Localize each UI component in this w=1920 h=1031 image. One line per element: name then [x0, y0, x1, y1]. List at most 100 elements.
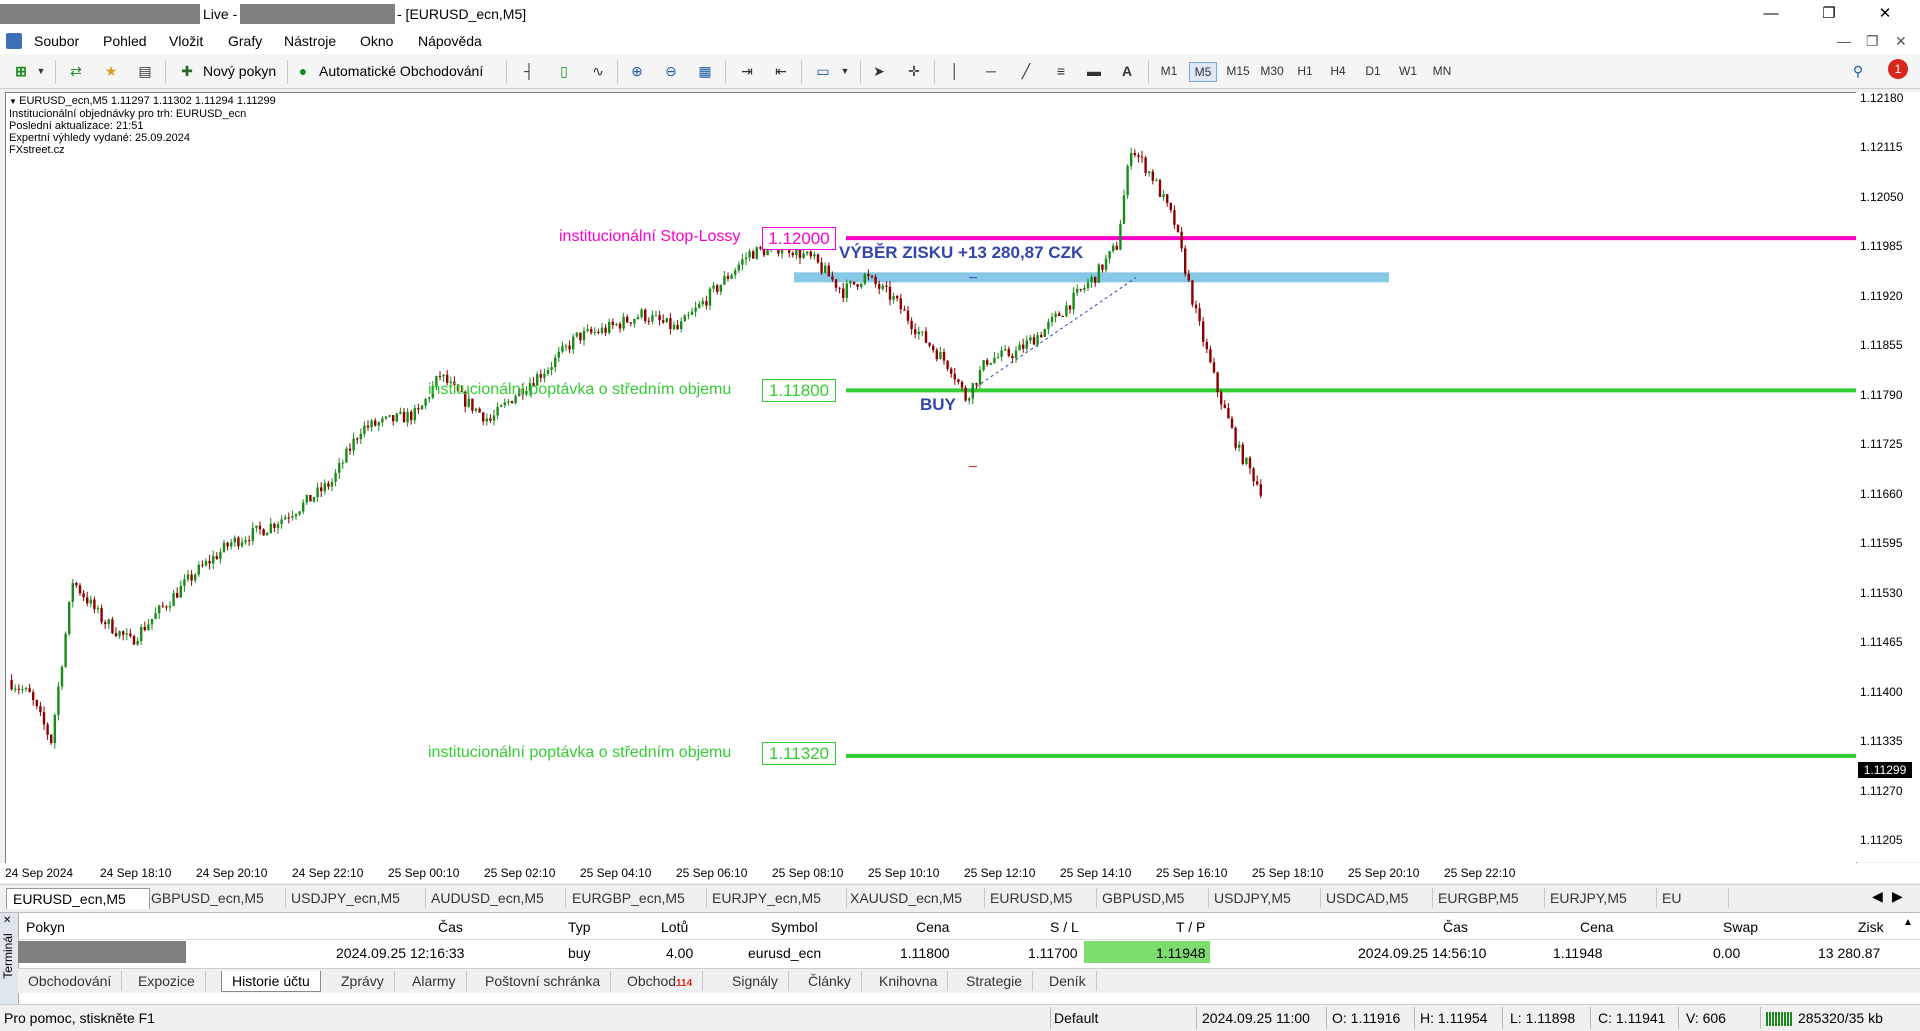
terminal-icon[interactable]: ▤ — [134, 61, 156, 81]
minimize-button[interactable]: — — [1748, 0, 1794, 28]
menu-window[interactable]: Okno — [360, 33, 393, 49]
symbol-tab[interactable]: EURGBP_ecn,M5 — [566, 888, 707, 908]
search-icon[interactable]: ⚲ — [1847, 61, 1869, 81]
col-price[interactable]: Cena — [916, 919, 949, 935]
zoom-out-icon[interactable]: ⊖ — [660, 61, 682, 81]
inner-close-icon[interactable]: ✕ — [1895, 33, 1907, 50]
col-close-time[interactable]: Čas — [1443, 919, 1468, 935]
symbol-tab[interactable]: EU — [1656, 888, 1729, 908]
tab-strategies[interactable]: Strategie — [956, 971, 1034, 991]
maximize-button[interactable]: ❐ — [1806, 0, 1852, 28]
tab-market[interactable]: Obchod114 — [617, 971, 704, 991]
close-button[interactable]: ✕ — [1862, 0, 1908, 28]
zoom-in-icon[interactable]: ⊕ — [626, 61, 648, 81]
timeframe-m15[interactable]: M15 — [1224, 62, 1252, 80]
indicators-icon[interactable]: ▭ — [812, 61, 834, 81]
symbol-tab[interactable]: EURUSD_ecn,M5 — [6, 888, 150, 909]
tab-exposure[interactable]: Expozice — [128, 971, 206, 991]
candle-body — [312, 497, 316, 502]
col-swap[interactable]: Swap — [1723, 919, 1758, 935]
col-sl[interactable]: S / L — [1050, 919, 1079, 935]
chart-shift-icon[interactable]: ⇤ — [770, 61, 792, 81]
tabs-scroll-right-icon[interactable]: ▶ — [1892, 888, 1903, 905]
price-chart[interactable]: ▼ EURUSD_ecn,M5 1.11297 1.11302 1.11294 … — [5, 92, 1857, 864]
inner-restore-icon[interactable]: ❐ — [1866, 33, 1879, 50]
new-order-icon[interactable]: ✚ — [176, 61, 198, 81]
horizontal-line-icon[interactable]: ─ — [980, 61, 1002, 81]
close-icon[interactable]: ✕ — [3, 915, 11, 926]
timeframe-d1[interactable]: D1 — [1362, 62, 1384, 80]
symbol-tab[interactable]: EURUSD,M5 — [984, 888, 1097, 908]
col-symbol[interactable]: Symbol — [771, 919, 818, 935]
timeframe-m1[interactable]: M1 — [1158, 62, 1180, 80]
new-chart-icon[interactable]: ⊞ — [10, 61, 32, 81]
symbol-tab[interactable]: AUDUSD_ecn,M5 — [425, 888, 566, 908]
menu-charts[interactable]: Grafy — [228, 33, 262, 49]
symbol-tab[interactable]: USDJPY_ecn,M5 — [285, 888, 426, 908]
tile-windows-icon[interactable]: ▦ — [694, 61, 716, 81]
col-profit[interactable]: Zisk — [1858, 919, 1884, 935]
timeframe-m30[interactable]: M30 — [1258, 62, 1286, 80]
tab-mailbox[interactable]: Poštovní schránka — [475, 971, 612, 991]
autoscroll-icon[interactable]: ⇥ — [736, 61, 758, 81]
candlestick-icon[interactable]: ▯ — [553, 61, 575, 81]
col-close-price[interactable]: Cena — [1580, 919, 1613, 935]
notification-badge[interactable]: 1 — [1888, 59, 1908, 79]
text-tool-icon[interactable]: A — [1116, 61, 1138, 81]
tab-news[interactable]: Zprávy — [331, 971, 395, 991]
auto-trading-icon[interactable]: ● — [292, 61, 314, 81]
tab-trading[interactable]: Obchodování — [18, 971, 123, 991]
timeframe-h1[interactable]: H1 — [1294, 62, 1316, 80]
col-type[interactable]: Typ — [568, 919, 591, 935]
symbol-tab[interactable]: EURGBP,M5 — [1432, 888, 1545, 908]
col-tp[interactable]: T / P — [1176, 919, 1205, 935]
market-watch-icon[interactable]: ⇄ — [65, 61, 87, 81]
col-time[interactable]: Čas — [438, 919, 463, 935]
status-profile[interactable]: Default — [1054, 1010, 1098, 1026]
candle-body — [1065, 305, 1068, 317]
channel-icon[interactable]: ≡ — [1050, 61, 1072, 81]
tab-articles[interactable]: Články — [798, 971, 862, 991]
symbol-tab[interactable]: GBPUSD_ecn,M5 — [145, 888, 286, 908]
table-row[interactable]: 2024.09.25 12:16:33 buy 4.00 eurusd_ecn … — [18, 939, 1920, 967]
symbol-tab[interactable]: USDJPY,M5 — [1208, 888, 1321, 908]
crosshair-icon[interactable]: ✛ — [903, 61, 925, 81]
symbol-tab[interactable]: GBPUSD,M5 — [1096, 888, 1209, 908]
new-order-button[interactable]: Nový pokyn — [203, 60, 276, 82]
tab-code-base[interactable]: Knihovna — [869, 971, 949, 991]
indicators-dropdown-icon[interactable]: ▼ — [834, 61, 856, 81]
timeframe-mn[interactable]: MN — [1429, 62, 1455, 80]
timeframe-h4[interactable]: H4 — [1327, 62, 1349, 80]
menu-file[interactable]: Soubor — [34, 33, 79, 49]
inner-minimize-icon[interactable]: — — [1837, 33, 1851, 49]
candle-body — [86, 597, 89, 604]
tab-signals[interactable]: Signály — [722, 971, 789, 991]
auto-trading-button[interactable]: Automatické Obchodování — [319, 60, 483, 82]
line-chart-icon[interactable]: ∿ — [587, 61, 609, 81]
menu-view[interactable]: Pohled — [103, 33, 147, 49]
col-ticket[interactable]: Pokyn — [26, 919, 65, 935]
bar-chart-icon[interactable]: ┤ — [518, 61, 540, 81]
timeframe-m5[interactable]: M5 — [1189, 62, 1217, 82]
tabs-scroll-left-icon[interactable]: ◀ — [1872, 888, 1883, 905]
symbol-tab[interactable]: EURJPY,M5 — [1544, 888, 1657, 908]
cursor-icon[interactable]: ➤ — [868, 61, 890, 81]
dropdown-icon[interactable]: ▼ — [30, 61, 52, 81]
rectangle-icon[interactable]: ▬ — [1083, 61, 1105, 81]
menu-help[interactable]: Nápověda — [418, 33, 482, 49]
vertical-line-icon[interactable]: │ — [944, 61, 966, 81]
tab-alerts[interactable]: Alarmy — [402, 971, 467, 991]
scroll-up-icon[interactable]: ▲ — [1903, 917, 1913, 928]
tab-account-history[interactable]: Historie účtu — [221, 971, 321, 992]
menu-insert[interactable]: Vložit — [169, 33, 203, 49]
col-lots[interactable]: Lotů — [661, 919, 688, 935]
symbol-tab[interactable]: USDCAD,M5 — [1320, 888, 1433, 908]
symbol-tab[interactable]: EURJPY_ecn,M5 — [706, 888, 847, 908]
terminal-side-label[interactable]: Terminál ✕ — [0, 913, 19, 1005]
navigator-icon[interactable]: ★ — [100, 61, 122, 81]
menu-tools[interactable]: Nástroje — [284, 33, 336, 49]
tab-journal[interactable]: Deník — [1039, 971, 1097, 991]
timeframe-w1[interactable]: W1 — [1396, 62, 1420, 80]
symbol-tab[interactable]: XAUUSD_ecn,M5 — [844, 888, 985, 908]
trendline-icon[interactable]: ╱ — [1015, 61, 1037, 81]
